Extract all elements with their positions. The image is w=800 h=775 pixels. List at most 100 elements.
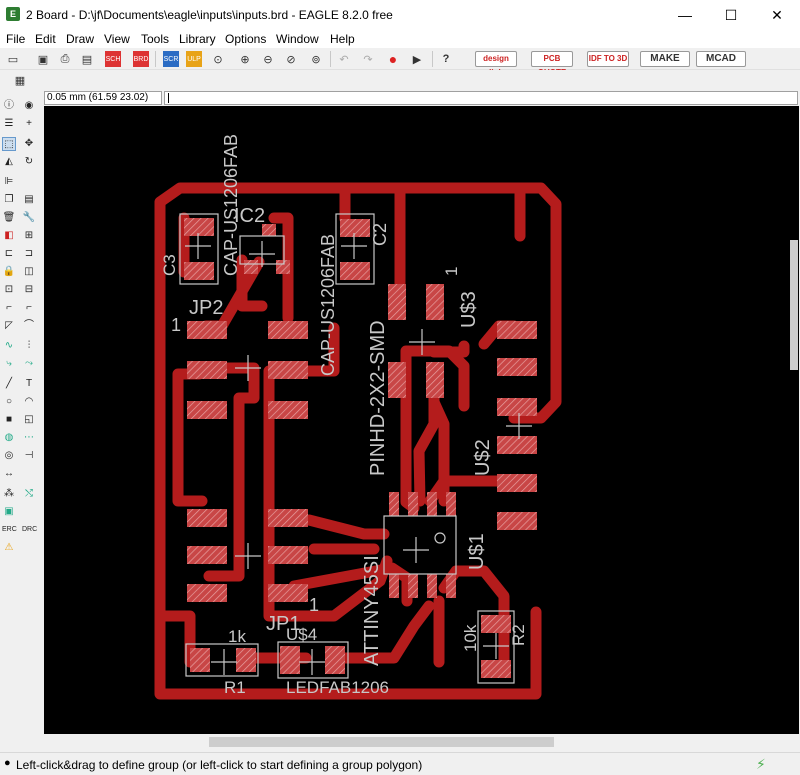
label-c3: C3	[160, 254, 179, 276]
show-icon[interactable]: ◉	[22, 99, 36, 113]
pad-c3-top	[184, 218, 214, 236]
drc-icon[interactable]: DRC	[22, 523, 37, 537]
horizontal-scroll-thumb[interactable]	[209, 737, 554, 747]
vertical-scroll-thumb[interactable]	[790, 240, 798, 370]
board-icon[interactable]: BRD	[133, 51, 149, 67]
pad-u1-t4	[446, 492, 456, 516]
ratsnest-icon[interactable]: ⤭	[22, 487, 36, 501]
mark-icon[interactable]: +	[22, 117, 36, 131]
minimize-button[interactable]: —	[662, 0, 708, 30]
grid-icon[interactable]: ▦	[12, 72, 28, 88]
idf-to-3d-button[interactable]: IDF TO 3D	[587, 51, 629, 67]
ripup-icon[interactable]: ⫶	[22, 339, 36, 353]
change-icon[interactable]: 🔧	[22, 211, 36, 225]
info-icon[interactable]: ⓘ	[2, 99, 16, 113]
eagle-app-icon: E	[6, 7, 20, 21]
label-jp2: JP2	[189, 297, 223, 319]
wire-icon[interactable]: ◸	[2, 319, 16, 333]
design-link-button[interactable]: design link	[475, 51, 517, 77]
lightning-icon[interactable]: ⚡	[756, 756, 766, 773]
split-icon[interactable]: ⊏	[2, 247, 16, 261]
zoom-fit-icon[interactable]: ⊙	[210, 51, 226, 67]
script-icon[interactable]: SCR	[163, 51, 179, 67]
redo-icon[interactable]: ↷	[360, 51, 376, 67]
label-u3-pin1: 1	[442, 267, 461, 276]
zoom-in-icon[interactable]: ⊕	[237, 51, 253, 67]
paste-icon[interactable]: ▤	[22, 193, 36, 207]
print-icon[interactable]: ⎙	[57, 51, 73, 67]
menu-options[interactable]: Options	[225, 32, 266, 46]
name-icon[interactable]: ⊞	[22, 229, 36, 243]
pad-ic2-2	[244, 260, 258, 274]
replace-icon[interactable]: ◧	[2, 229, 16, 243]
copy-icon[interactable]: ❐	[2, 193, 16, 207]
zoom-out-icon[interactable]: ⊖	[260, 51, 276, 67]
go-icon[interactable]: ▶	[409, 51, 425, 67]
value-icon[interactable]: ⊡	[2, 283, 16, 297]
display-layers-icon[interactable]: ☰	[2, 117, 16, 131]
route-icon[interactable]: ∿	[2, 339, 16, 353]
save-icon[interactable]: ▣	[35, 51, 51, 67]
menu-library[interactable]: Library	[179, 32, 216, 46]
menu-draw[interactable]: Draw	[66, 32, 94, 46]
attribute-icon[interactable]: ⁂	[2, 487, 16, 501]
make-button[interactable]: MAKE	[640, 51, 690, 67]
move-icon[interactable]: ✥	[22, 137, 36, 151]
status-bar: ● Left-click&drag to define group (or le…	[0, 752, 800, 775]
pad-u2-3	[497, 398, 537, 416]
help-icon[interactable]: ?	[438, 51, 454, 67]
optimize-icon[interactable]: ⊐	[22, 247, 36, 261]
rectangle-icon[interactable]: ■	[2, 413, 16, 427]
via-icon[interactable]: ◍	[2, 431, 16, 445]
maximize-button[interactable]: ☐	[708, 0, 754, 30]
dimension-icon[interactable]: ⊣	[22, 449, 36, 463]
mcad-button[interactable]: MCAD	[696, 51, 746, 67]
signal-icon[interactable]: ⋯	[22, 431, 36, 445]
group-icon[interactable]: ⬚	[2, 137, 16, 151]
erc-icon[interactable]: ERC	[2, 523, 17, 537]
schematic-icon[interactable]: SCH	[105, 51, 121, 67]
menu-edit[interactable]: Edit	[35, 32, 56, 46]
cam-icon[interactable]: ▤	[79, 51, 95, 67]
measure-icon[interactable]: ↔	[2, 467, 16, 481]
rotate-icon[interactable]: ↻	[22, 155, 36, 169]
command-line-input[interactable]	[164, 91, 798, 105]
bullet-icon: ●	[4, 757, 11, 769]
zoom-redraw-icon[interactable]: ⊘	[283, 51, 299, 67]
ulp-icon[interactable]: ULP	[186, 51, 202, 67]
arc-draw-icon[interactable]: ◠	[22, 395, 36, 409]
menu-view[interactable]: View	[104, 32, 130, 46]
circle-icon[interactable]: ○	[2, 395, 16, 409]
mirror-icon[interactable]: ◭	[2, 155, 16, 169]
pcb-quote-button[interactable]: PCB QUOTE	[531, 51, 573, 77]
menu-tools[interactable]: Tools	[141, 32, 169, 46]
meander-icon[interactable]: ⌐	[22, 301, 36, 315]
board-canvas[interactable]: C3 CAP-US1206FAB IC2 C2 CAP-US1206FAB JP…	[44, 106, 799, 734]
smash-icon[interactable]: ◫	[22, 265, 36, 279]
add-icon[interactable]: ▣	[2, 505, 16, 519]
stop-icon[interactable]: ●	[385, 51, 401, 67]
zoom-select-icon[interactable]: ⊚	[308, 51, 324, 67]
menu-help[interactable]: Help	[330, 32, 355, 46]
menu-file[interactable]: File	[6, 32, 25, 46]
pcb-drawing[interactable]: C3 CAP-US1206FAB IC2 C2 CAP-US1206FAB JP…	[44, 106, 799, 734]
horizontal-scrollbar[interactable]	[44, 734, 784, 751]
lock-icon[interactable]: 🔒	[2, 265, 16, 279]
menu-window[interactable]: Window	[276, 32, 319, 46]
text-icon[interactable]: T	[22, 377, 36, 391]
miter-icon[interactable]: ⌐	[2, 301, 16, 315]
polygon-icon[interactable]: ◱	[22, 413, 36, 427]
warning-icon[interactable]: ⚠	[2, 541, 16, 555]
fanout-icon[interactable]: ⤳	[22, 357, 36, 371]
line-icon[interactable]: ╱	[2, 377, 16, 391]
hole-icon[interactable]: ◎	[2, 449, 16, 463]
delete-icon[interactable]: 🗑	[2, 211, 16, 225]
autorouter-icon[interactable]: ⤷	[2, 357, 16, 371]
label-icon[interactable]: ⊟	[22, 283, 36, 297]
open-folder-icon[interactable]: ▭	[5, 51, 21, 67]
arc-icon[interactable]: ⌒	[22, 319, 36, 333]
align-icon[interactable]: ⊫	[2, 175, 16, 189]
close-button[interactable]: ✕	[754, 0, 800, 30]
label-ic2: IC2	[234, 205, 265, 227]
undo-icon[interactable]: ↶	[336, 51, 352, 67]
